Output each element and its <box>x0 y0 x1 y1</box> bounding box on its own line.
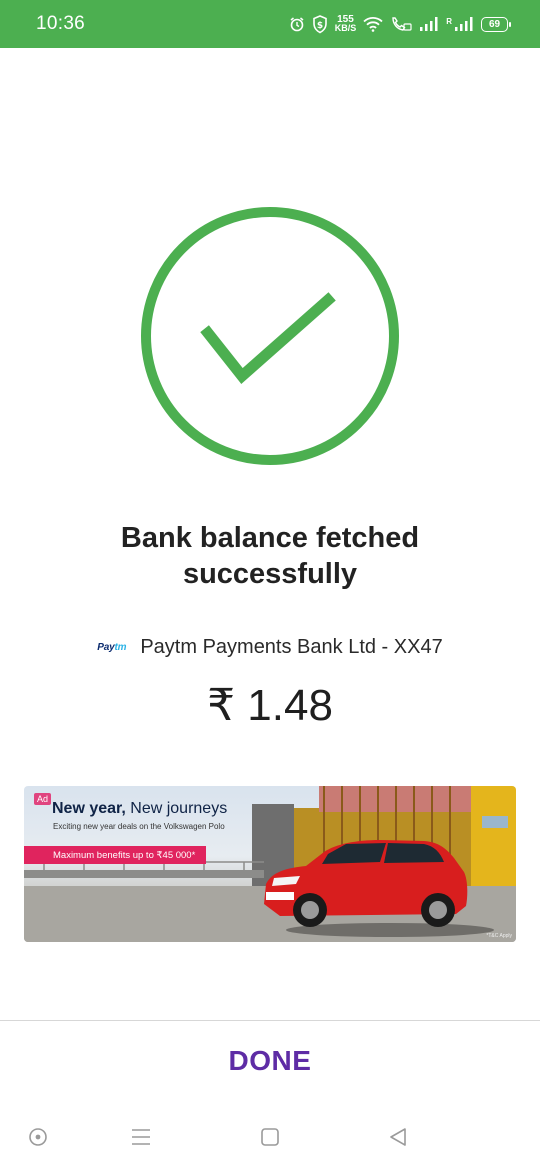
ad-note: *T&C Apply <box>486 933 512 939</box>
signal-icon <box>419 16 439 32</box>
done-button[interactable]: DONE <box>170 1038 370 1084</box>
ad-headline: New year, New journeys <box>52 800 227 818</box>
volte-call-icon <box>390 16 412 32</box>
ad-subtitle: Exciting new year deals on the Volkswage… <box>53 822 225 831</box>
success-check-icon <box>141 207 399 465</box>
result-title-line1: Bank balance fetched <box>120 522 420 554</box>
ad-headline-bold: New year, <box>52 800 126 817</box>
ad-offer: Maximum benefits up to ₹45 000* <box>24 846 206 864</box>
nav-bar <box>0 1110 540 1170</box>
svg-text:$: $ <box>317 21 323 31</box>
battery-level: 69 <box>488 18 501 30</box>
net-speed: 155 KB/S <box>334 15 357 33</box>
back-icon[interactable] <box>386 1125 410 1149</box>
assistant-icon[interactable] <box>26 1125 50 1149</box>
menu-icon[interactable] <box>129 1125 153 1149</box>
status-bar: 10:36 $ 155 KB/S R 69 <box>0 0 540 48</box>
net-speed-unit: KB/S <box>334 23 357 33</box>
balance-amount: ₹ 1.48 <box>207 681 333 730</box>
paytm-logo-pay: Pay <box>97 642 115 653</box>
status-time: 10:36 <box>36 13 86 34</box>
ad-banner[interactable]: Ad New year, New journeys Exciting new y… <box>24 786 516 942</box>
signal-roaming-icon <box>454 16 474 32</box>
roaming-indicator: R <box>446 16 452 26</box>
alarm-icon <box>289 16 305 32</box>
result-title-line2: successfully <box>182 558 358 590</box>
shield-dollar-icon: $ <box>312 14 328 34</box>
status-icons: $ 155 KB/S R 69 <box>289 14 511 34</box>
ad-headline-rest: New journeys <box>125 800 228 817</box>
bank-account-row: Paytm Paytm Payments Bank Ltd - XX47 <box>0 636 540 659</box>
footer-divider <box>0 1020 540 1021</box>
battery-icon: 69 <box>481 16 511 32</box>
paytm-logo: Paytm <box>97 642 126 653</box>
bank-name: Paytm Payments Bank Ltd - XX47 <box>140 636 443 658</box>
home-icon[interactable] <box>258 1125 282 1149</box>
wifi-icon <box>363 16 383 32</box>
paytm-logo-tm: tm <box>114 642 127 653</box>
ad-badge: Ad <box>34 793 52 805</box>
result-title: Bank balance fetched successfully <box>0 520 540 592</box>
